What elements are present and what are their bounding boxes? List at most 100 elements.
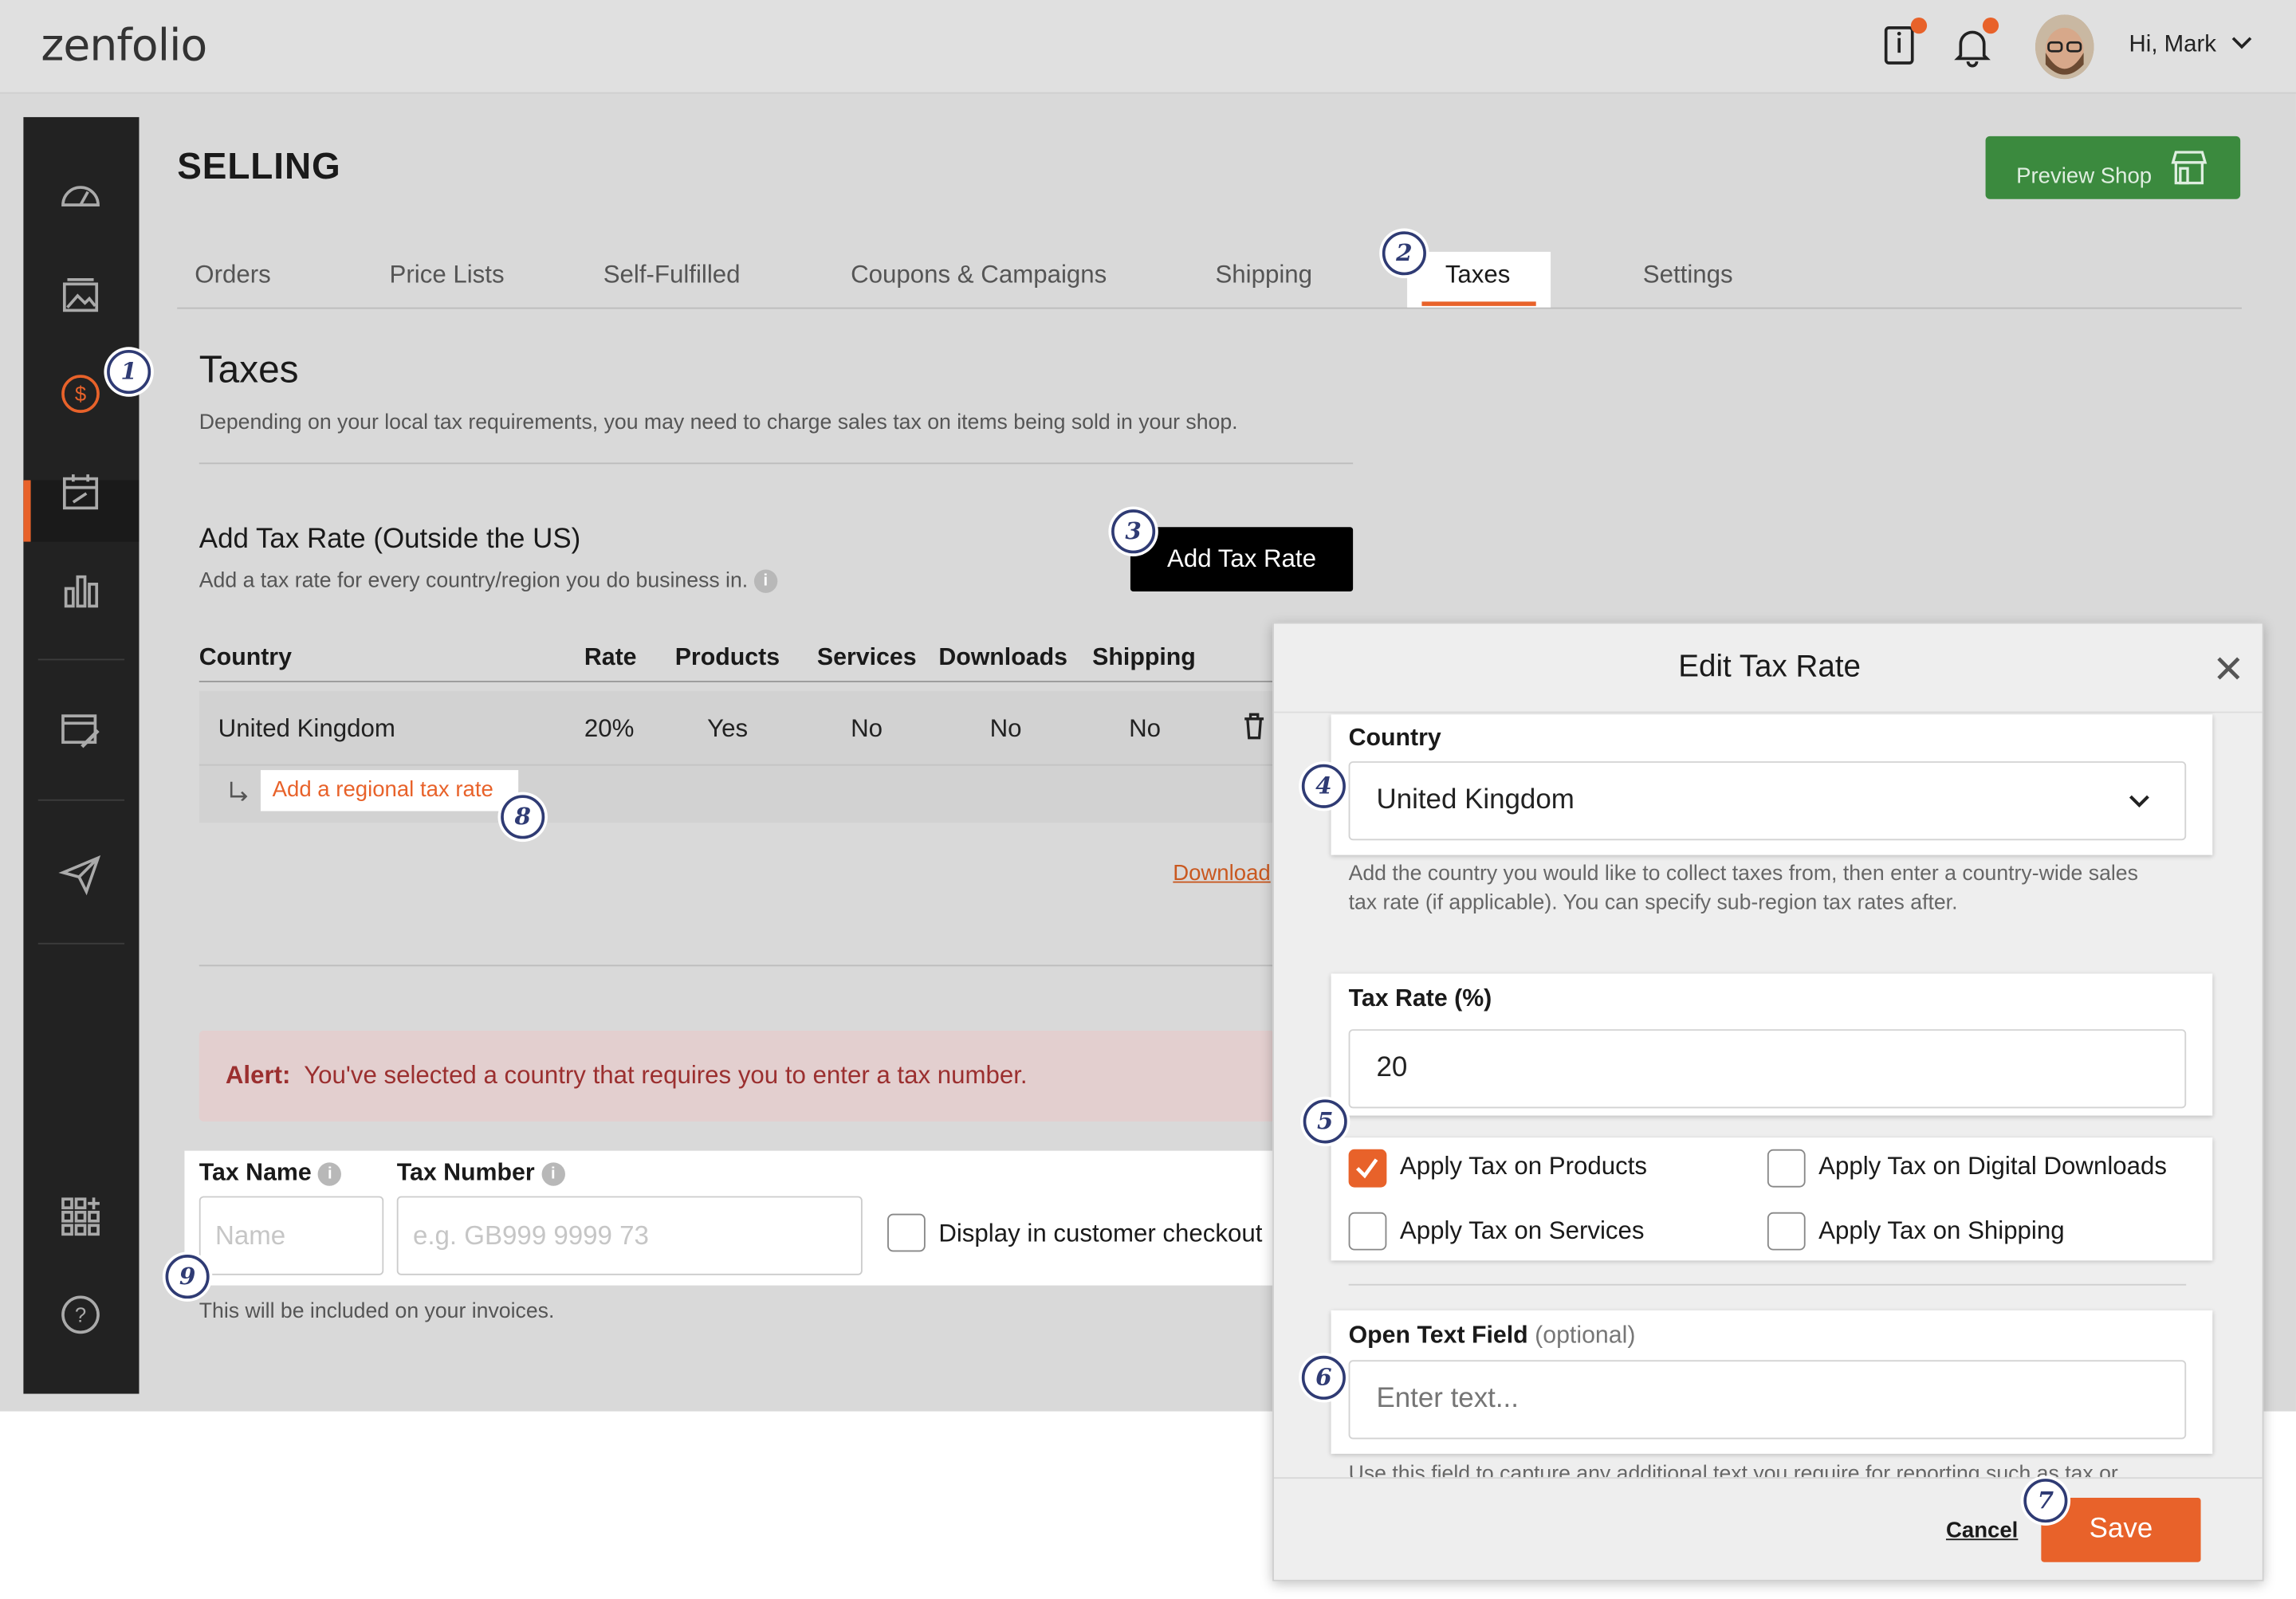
tax-rate-input[interactable]: 20 — [1348, 1029, 2187, 1109]
website-edit-icon[interactable] — [58, 709, 102, 752]
country-help-text: Add the country you would like to collec… — [1348, 862, 2138, 915]
tab-price-lists[interactable]: Price Lists — [390, 261, 505, 290]
dashboard-icon[interactable] — [58, 173, 102, 217]
help-icon[interactable]: ? — [58, 1293, 102, 1337]
chevron-down-icon[interactable] — [2231, 35, 2252, 49]
avatar[interactable] — [2035, 14, 2094, 80]
column-header-downloads: Downloads — [938, 644, 1067, 671]
tax-number-label: Tax Number i — [397, 1160, 565, 1188]
optional-hint: (optional) — [1535, 1322, 1636, 1349]
send-icon[interactable] — [58, 852, 102, 896]
alert-text: You've selected a country that requires … — [304, 1061, 1028, 1090]
sidebar-divider — [37, 799, 125, 801]
apply-downloads-checkbox[interactable] — [1767, 1149, 1806, 1188]
top-bar: zenfolio Hi, Mark — [0, 0, 2296, 94]
tax-name-label-text: Tax Name — [199, 1159, 312, 1186]
zenfolio-logo[interactable]: zenfolio — [41, 21, 207, 72]
cancel-button[interactable]: Cancel — [1946, 1518, 2018, 1543]
preview-shop-label: Preview Shop — [2016, 163, 2152, 189]
bar-chart-icon[interactable] — [58, 568, 102, 612]
apply-shipping-label: Apply Tax on Shipping — [1818, 1216, 2065, 1245]
country-select[interactable]: United Kingdom — [1348, 761, 2187, 841]
add-tax-rate-button[interactable]: Add Tax Rate — [1130, 527, 1354, 592]
section-title: Taxes — [199, 347, 299, 391]
alert-label: Alert: — [225, 1061, 291, 1090]
tax-number-label-text: Tax Number — [396, 1159, 535, 1186]
notification-dot — [1982, 18, 1999, 34]
trash-icon[interactable] — [1242, 712, 1267, 741]
annotation-badge-1: 1 — [107, 349, 151, 395]
sidebar: $ ? — [23, 116, 140, 1394]
annotation-badge-9: 9 — [165, 1255, 210, 1299]
open-text-input[interactable] — [1348, 1360, 2187, 1440]
cell-services: No — [851, 714, 883, 743]
column-header-shipping: Shipping — [1092, 644, 1196, 671]
add-tax-subtext-label: Add a tax rate for every country/region … — [199, 569, 749, 593]
sub-row-arrow-icon — [230, 781, 248, 801]
column-header-products: Products — [674, 644, 780, 671]
tab-orders[interactable]: Orders — [195, 261, 270, 290]
tax-rate-panel: Tax Rate (%) 20 — [1331, 973, 2213, 1116]
open-text-label-text: Open Text Field — [1348, 1322, 1528, 1349]
dialog-title: Edit Tax Rate — [1678, 650, 1861, 684]
open-text-label: Open Text Field (optional) — [1349, 1322, 1636, 1350]
close-icon[interactable]: ✕ — [2212, 650, 2244, 688]
column-header-rate: Rate — [584, 644, 637, 671]
add-regional-tax-link[interactable]: Add a regional tax rate — [260, 770, 519, 811]
apply-shipping-checkbox[interactable] — [1767, 1212, 1806, 1251]
dialog-footer: Cancel Save — [1273, 1477, 2263, 1580]
divider — [199, 965, 1276, 967]
column-header-services: Services — [816, 644, 917, 671]
screen: zenfolio Hi, Mark $ ? SELLING Preview Sh… — [0, 0, 2296, 1599]
user-greeting[interactable]: Hi, Mark — [2129, 32, 2216, 58]
column-header-country: Country — [199, 644, 292, 671]
open-text-panel: Open Text Field (optional) — [1331, 1310, 2213, 1454]
chevron-down-icon — [2129, 795, 2149, 808]
tab-taxes[interactable]: Taxes — [1445, 261, 1511, 290]
table-header-rule — [199, 681, 1276, 682]
apply-downloads-label: Apply Tax on Digital Downloads — [1818, 1152, 2168, 1181]
tax-name-input[interactable] — [199, 1196, 384, 1275]
cell-rate: 20% — [584, 714, 635, 743]
tab-coupons-campaigns[interactable]: Coupons & Campaigns — [851, 261, 1107, 290]
notification-dot — [1910, 18, 1928, 34]
tax-rate-label: Tax Rate (%) — [1348, 985, 1492, 1012]
annotation-badge-7: 7 — [2023, 1479, 2068, 1523]
info-icon[interactable]: i — [541, 1161, 565, 1186]
add-tax-heading: Add Tax Rate (Outside the US) — [199, 524, 581, 556]
gallery-icon[interactable] — [58, 273, 102, 316]
add-tax-subtext: Add a tax rate for every country/region … — [199, 569, 777, 594]
tax-number-input[interactable] — [396, 1196, 863, 1275]
cell-shipping: No — [1129, 714, 1162, 743]
tab-settings[interactable]: Settings — [1643, 261, 1733, 290]
apply-products-checkbox[interactable] — [1348, 1149, 1387, 1188]
row-divider — [199, 764, 1276, 766]
sidebar-divider — [37, 658, 125, 661]
tabs-divider — [177, 307, 2242, 309]
edit-tax-rate-dialog: Edit Tax Rate ✕ Country United Kingdom A… — [1272, 622, 2264, 1581]
info-icon[interactable]: i — [753, 569, 777, 594]
apps-grid-icon[interactable] — [58, 1195, 102, 1239]
apply-services-checkbox[interactable] — [1348, 1212, 1387, 1251]
info-icon[interactable]: i — [318, 1161, 342, 1186]
cell-downloads: No — [989, 714, 1022, 743]
checkmark-icon — [1355, 1158, 1378, 1179]
tab-active-indicator — [1421, 301, 1536, 306]
tab-shipping[interactable]: Shipping — [1215, 261, 1312, 290]
country-label: Country — [1348, 725, 1441, 752]
page-title: SELLING — [177, 146, 341, 188]
annotation-badge-4: 4 — [1301, 764, 1346, 808]
display-checkout-label: Display in customer checkout — [938, 1219, 1263, 1247]
svg-text:?: ? — [75, 1305, 86, 1327]
calendar-icon[interactable] — [58, 470, 102, 514]
preview-shop-button[interactable]: Preview Shop — [1985, 136, 2241, 199]
download-link[interactable]: Download — [1173, 861, 1272, 886]
dollar-icon[interactable]: $ — [58, 372, 102, 416]
tab-self-fulfilled[interactable]: Self-Fulfilled — [603, 261, 741, 290]
display-checkout-checkbox[interactable] — [887, 1213, 926, 1252]
divider — [199, 462, 1354, 465]
sidebar-divider — [37, 942, 125, 945]
invoice-note: This will be included on your invoices. — [199, 1299, 555, 1324]
country-select-value: United Kingdom — [1376, 784, 1575, 816]
section-description: Depending on your local tax requirements… — [199, 411, 1238, 435]
